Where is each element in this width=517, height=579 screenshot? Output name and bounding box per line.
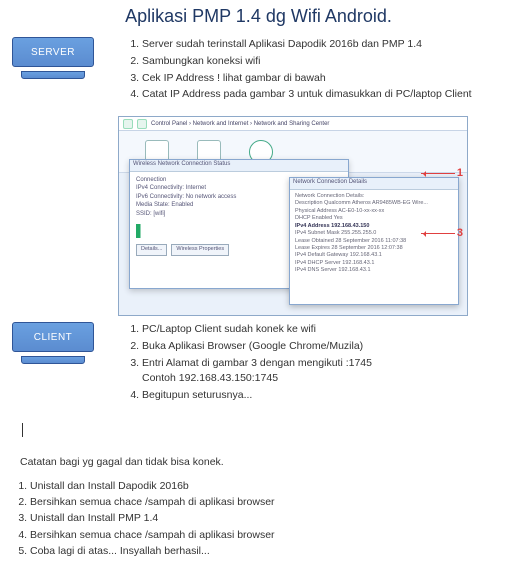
window-title: Wireless Network Connection Status: [130, 160, 348, 172]
window-title: Network Connection Details: [290, 178, 458, 190]
detail-line: IPv4 DNS Server 192.168.43.1: [295, 267, 453, 274]
back-icon: [123, 119, 133, 129]
text-cursor: [22, 423, 23, 437]
troubleshoot-list: Unistall dan Install Dapodik 2016b Bersi…: [8, 478, 509, 559]
detail-line: Lease Expires 28 September 2016 12:07:38: [295, 245, 453, 252]
detail-line: Physical Address AC-E0-10-xx-xx-xx: [295, 208, 453, 215]
list-item: Unistall dan Install PMP 1.4: [30, 510, 509, 526]
client-stand: [21, 356, 85, 364]
list-item: Bersihkan semua chace /sampah di aplikas…: [30, 527, 509, 543]
client-steps: PC/Laptop Client sudah konek ke wifi Buk…: [120, 322, 509, 405]
list-item: PC/Laptop Client sudah konek ke wifi: [142, 322, 509, 338]
detail-line: IPv4 Default Gateway 192.168.43.1: [295, 252, 453, 259]
server-node: SERVER: [12, 37, 94, 67]
wireless-properties-button[interactable]: Wireless Properties: [171, 244, 229, 256]
screenshot-windows-network: Control Panel › Network and Internet › N…: [118, 116, 468, 316]
example-text: Contoh 192.168.43.150:1745: [142, 372, 278, 384]
list-item: Coba lagi di atas... Insyallah berhasil.…: [30, 543, 509, 559]
client-section: CLIENT PC/Laptop Client sudah konek ke w…: [8, 322, 509, 405]
server-section: SERVER Server sudah terinstall Aplikasi …: [8, 37, 509, 104]
server-stand: [21, 71, 85, 79]
list-item: Cek IP Address ! lihat gambar di bawah: [142, 71, 509, 87]
list-item: Server sudah terinstall Aplikasi Dapodik…: [142, 37, 509, 53]
forward-icon: [137, 119, 147, 129]
list-item: Sambungkan koneksi wifi: [142, 54, 509, 70]
detail-line: Description Qualcomm Atheros AR9485WB-EG…: [295, 200, 453, 207]
list-item: Unistall dan Install Dapodik 2016b: [30, 478, 509, 494]
list-item: Bersihkan semua chace /sampah di aplikas…: [30, 494, 509, 510]
server-shape: SERVER: [8, 37, 98, 104]
screenshot-toolbar: Control Panel › Network and Internet › N…: [119, 117, 467, 131]
marker-3: 3: [421, 227, 463, 239]
page-title: Aplikasi PMP 1.4 dg Wifi Android.: [8, 6, 509, 27]
window-connection-details: Network Connection Details Network Conne…: [289, 177, 459, 305]
client-node: CLIENT: [12, 322, 94, 352]
details-button[interactable]: Details...: [136, 244, 167, 256]
marker-1: 1: [421, 167, 463, 179]
list-item: Begitupun seturusnya...: [142, 388, 509, 404]
signal-icon: [136, 224, 158, 238]
list-item: Catat IP Address pada gambar 3 untuk dim…: [142, 87, 509, 103]
server-steps: Server sudah terinstall Aplikasi Dapodik…: [120, 37, 509, 104]
note-heading: Catatan bagi yg gagal dan tidak bisa kon…: [20, 456, 509, 468]
breadcrumb: Control Panel › Network and Internet › N…: [151, 121, 329, 127]
list-item: Buka Aplikasi Browser (Google Chrome/Muz…: [142, 339, 509, 355]
client-shape: CLIENT: [8, 322, 98, 405]
detail-line: DHCP Enabled Yes: [295, 215, 453, 222]
detail-line: IPv4 DHCP Server 192.168.43.1: [295, 260, 453, 267]
list-item: Entri Alamat di gambar 3 dengan mengikut…: [142, 356, 509, 388]
detail-line: Network Connection Details:: [295, 193, 453, 200]
